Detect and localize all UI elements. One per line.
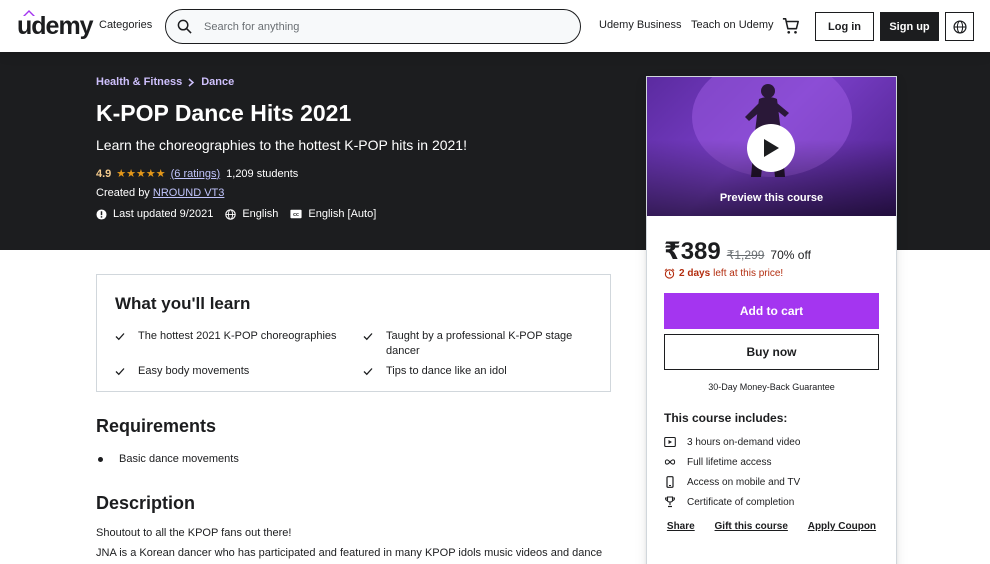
trophy-icon [664, 496, 676, 508]
created-by-label: Created by [96, 187, 150, 199]
preview-label: Preview this course [719, 192, 824, 204]
star-rating-icon: ★★★★★ [116, 168, 166, 180]
cart-icon[interactable] [782, 17, 800, 35]
description-paragraph: JNA is a Korean dancer who has participa… [96, 547, 603, 559]
add-to-cart-button[interactable]: Add to cart [664, 293, 879, 329]
includes-title: This course includes: [664, 411, 788, 425]
bullet-icon [98, 456, 103, 462]
original-price: ₹1,299 [726, 248, 765, 262]
breadcrumb-health-fitness[interactable]: Health & Fitness [96, 76, 182, 88]
current-price: ₹389 [664, 238, 721, 265]
include-item-certificate: Certificate of completion [664, 496, 794, 508]
price-row: ₹389 ₹1,299 70% off [664, 237, 811, 266]
created-by: Created by NROUND VT3 [96, 187, 224, 199]
check-icon [115, 368, 125, 376]
gift-course-link[interactable]: Gift this course [715, 521, 788, 532]
udemy-business-link[interactable]: Udemy Business [599, 19, 682, 31]
include-item-lifetime: Full lifetime access [664, 456, 771, 468]
closed-captions-icon: cc [290, 209, 302, 219]
last-updated-text: Last updated 9/2021 [113, 208, 214, 220]
mobile-icon [666, 476, 674, 488]
include-item-video: 3 hours on-demand video [664, 436, 800, 448]
rating-row: 4.9 ★★★★★ (6 ratings) 1,209 students [96, 167, 299, 181]
timer-text: left at this price! [713, 268, 784, 279]
course-meta: Last updated 9/2021 English cc English [… [96, 208, 388, 220]
course-preview-video[interactable]: Preview this course [647, 77, 896, 216]
check-icon [363, 333, 373, 341]
infinity-icon [664, 459, 676, 465]
alarm-clock-icon [664, 268, 675, 279]
video-icon [664, 436, 676, 448]
logo-text: udemy [17, 12, 94, 40]
search-input[interactable] [204, 18, 564, 36]
captions: cc English [Auto] [290, 208, 376, 220]
breadcrumb: Health & Fitness Dance [96, 76, 234, 88]
what-youll-learn-box: What you'll learn The hottest 2021 K-POP… [96, 274, 611, 392]
categories-link[interactable]: Categories [99, 19, 152, 31]
timer-days: 2 days [679, 268, 711, 279]
signup-button[interactable]: Sign up [880, 12, 939, 41]
logo-hat-icon [23, 10, 35, 16]
udemy-logo[interactable]: udemy [17, 10, 94, 40]
alert-badge-icon [96, 208, 107, 220]
buy-now-button[interactable]: Buy now [664, 334, 879, 370]
requirements-title: Requirements [96, 416, 217, 436]
course-subtitle: Learn the choreographies to the hottest … [96, 137, 467, 153]
description-title: Description [96, 493, 196, 513]
teach-on-udemy-link[interactable]: Teach on Udemy [691, 19, 774, 31]
learn-title: What you'll learn [115, 294, 251, 313]
course-title: K-POP Dance Hits 2021 [96, 100, 352, 126]
ratings-count-link[interactable]: (6 ratings) [171, 168, 221, 180]
top-navbar: udemy Categories Udemy Business Teach on… [0, 0, 990, 52]
login-button[interactable]: Log in [815, 12, 874, 41]
chevron-right-icon [188, 77, 195, 87]
search-icon[interactable] [177, 19, 192, 34]
sale-timer: 2 days left at this price! [664, 268, 783, 279]
purchase-card: Preview this course ₹389 ₹1,299 70% off … [646, 76, 897, 564]
check-icon [115, 333, 125, 341]
instructor-link[interactable]: NROUND VT3 [153, 187, 225, 199]
money-back-guarantee: 30-Day Money-Back Guarantee [708, 382, 835, 392]
captions-text: English [Auto] [308, 208, 377, 220]
language-text: English [242, 208, 279, 220]
card-actions: Share Gift this course Apply Coupon [647, 521, 896, 532]
breadcrumb-dance[interactable]: Dance [201, 76, 234, 88]
play-icon [764, 139, 779, 157]
language-button[interactable] [945, 12, 974, 41]
apply-coupon-link[interactable]: Apply Coupon [808, 521, 876, 532]
share-link[interactable]: Share [667, 521, 695, 532]
students-count: 1,209 students [226, 167, 299, 180]
search-bar[interactable] [165, 9, 581, 44]
last-updated: Last updated 9/2021 [96, 208, 213, 220]
globe-icon [952, 19, 967, 34]
globe-icon [225, 208, 237, 220]
check-icon [363, 368, 373, 376]
play-button[interactable] [747, 124, 795, 172]
include-item-mobile: Access on mobile and TV [664, 476, 800, 488]
requirement-item: Basic dance movements [98, 453, 239, 465]
description-paragraph: Shoutout to all the KPOP fans out there! [96, 527, 292, 539]
discount-badge: 70% off [770, 248, 811, 262]
rating-value: 4.9 [96, 167, 112, 180]
svg-text:cc: cc [294, 212, 300, 218]
language: English [225, 208, 278, 220]
